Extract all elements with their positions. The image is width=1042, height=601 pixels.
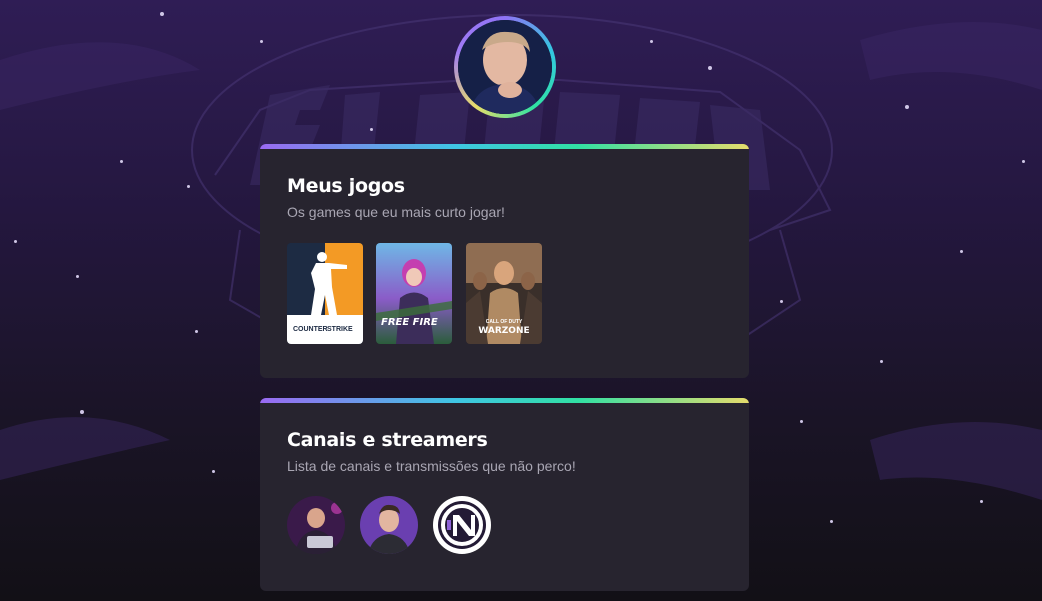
streamers-title: Canais e streamers — [287, 429, 488, 451]
game-counter-strike[interactable]: COUNTER STRIKE — [287, 243, 363, 344]
streamers-card: Canais e streamers Lista de canais e tra… — [260, 398, 749, 591]
cs-caption-2: STRIKE — [327, 326, 353, 333]
game-free-fire[interactable]: FREE FIRE — [376, 243, 452, 344]
free-fire-cover-icon: FREE FIRE — [376, 243, 452, 344]
profile-avatar — [454, 16, 556, 118]
streamer-3-logo[interactable] — [433, 496, 491, 554]
games-card: Meus jogos Os games que eu mais curto jo… — [260, 144, 749, 378]
profile-avatar-photo — [458, 20, 552, 114]
warzone-cover-icon: CALL OF DUTY WARZONE — [466, 243, 542, 344]
card-accent-stripe — [260, 398, 749, 403]
game-warzone[interactable]: CALL OF DUTY WARZONE — [466, 243, 542, 344]
counter-strike-cover-icon: COUNTER STRIKE — [287, 243, 363, 344]
ff-caption: FREE FIRE — [381, 317, 438, 328]
wz-caption-top: CALL OF DUTY — [486, 319, 523, 325]
streamer-1-avatar-icon — [287, 496, 345, 554]
games-subtitle: Os games que eu mais curto jogar! — [287, 204, 505, 220]
wz-caption: WARZONE — [478, 326, 529, 336]
streamer-1-avatar[interactable] — [287, 496, 345, 554]
card-accent-stripe — [260, 144, 749, 149]
streamer-3-logo-icon — [434, 497, 490, 553]
streamer-2-avatar[interactable] — [360, 496, 418, 554]
streamer-2-avatar-icon — [360, 496, 418, 554]
streamers-subtitle: Lista de canais e transmissões que não p… — [287, 458, 576, 474]
cs-caption-1: COUNTER — [293, 326, 328, 333]
games-title: Meus jogos — [287, 175, 405, 197]
